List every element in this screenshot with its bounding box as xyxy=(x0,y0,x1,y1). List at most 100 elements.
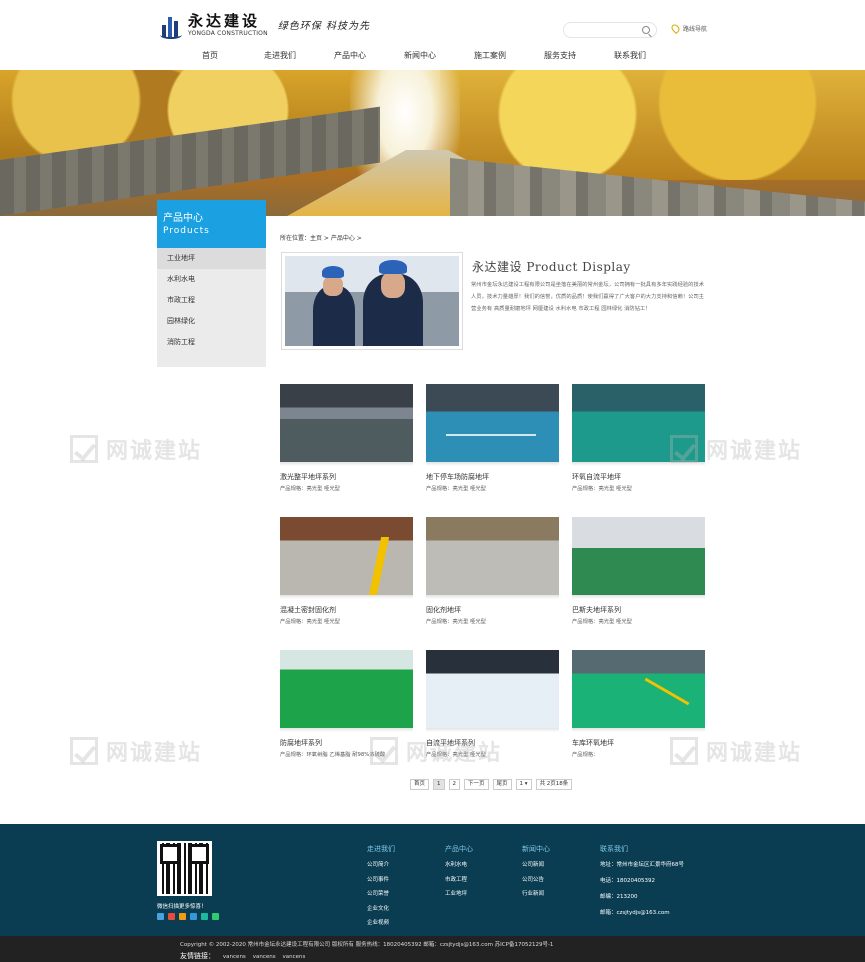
map-link-label: 路线导航 xyxy=(683,26,708,33)
footer-link[interactable]: 企业视频 xyxy=(367,918,395,926)
page-last-button[interactable]: 尾页 xyxy=(492,779,512,790)
product-image[interactable] xyxy=(572,517,705,595)
qr-code xyxy=(157,841,212,896)
product-spec: 产品规格：亮光型 哑光型 xyxy=(426,619,486,625)
product-name[interactable]: 防腐地坪系列 xyxy=(280,738,413,748)
sidebar-menu: 工业地坪 水利水电 市政工程 园林绿化 消防工程 xyxy=(157,248,266,367)
footer-link[interactable]: 行业新闻 xyxy=(522,889,550,897)
footer-address: 地址：常州市金坛区汇景华府68号 xyxy=(600,862,684,868)
nav-item-about[interactable]: 走进我们 xyxy=(245,50,315,61)
footer-link[interactable]: 公司事件 xyxy=(367,875,395,883)
page-number-2[interactable]: 2 xyxy=(448,779,461,790)
watermark: 网诚建站 xyxy=(70,735,202,767)
sidebar-item-water-conservancy[interactable]: 水利水电 xyxy=(157,269,266,290)
product-card[interactable]: 激光整平地坪系列 产品规格：亮光型 哑光型 xyxy=(280,384,413,492)
product-name[interactable]: 地下停车场防腐地坪 xyxy=(426,472,559,482)
social-icons xyxy=(157,913,223,920)
product-name[interactable]: 巴斯夫地坪系列 xyxy=(572,605,705,615)
friend-link[interactable]: vancens xyxy=(253,954,276,960)
footer-link[interactable]: 企业文化 xyxy=(367,904,395,912)
brand-english: YONGDA CONSTRUCTION xyxy=(188,30,268,37)
nav-item-products[interactable]: 产品中心 xyxy=(315,50,385,61)
product-image[interactable] xyxy=(280,517,413,595)
watermark: 网诚建站 xyxy=(70,433,202,465)
watermark-icon xyxy=(70,435,98,463)
share-icon[interactable] xyxy=(157,913,164,920)
breadcrumb[interactable]: 所在位置：主页 > 产品中心 > xyxy=(280,233,362,242)
product-card[interactable]: 车库环氧地坪 产品规格： xyxy=(572,650,705,758)
logo-icon xyxy=(160,13,182,39)
site-header: 永达建设 YONGDA CONSTRUCTION 绿色环保 科技为先 路线导航 … xyxy=(0,0,865,70)
qr-caption: 微信扫描更多惊喜！ xyxy=(157,904,207,910)
footer-column-heading[interactable]: 产品中心 xyxy=(445,844,473,854)
page-select[interactable]: 1 ▾ xyxy=(515,779,532,790)
weibo-icon[interactable] xyxy=(168,913,175,920)
nav-item-home[interactable]: 首页 xyxy=(175,50,245,61)
footer-column-contact: 联系我们 地址：常州市金坛区汇景华府68号 电话：18020405392 邮编：… xyxy=(600,844,684,924)
footer-column-products: 产品中心 水利水电 市政工程 工业地坪 xyxy=(445,844,473,904)
page-number-1[interactable]: 1 xyxy=(433,779,445,790)
footer-postcode: 邮编：213200 xyxy=(600,894,638,900)
product-card[interactable]: 巴斯夫地坪系列 产品规格：亮光型 哑光型 xyxy=(572,517,705,625)
footer-column-heading[interactable]: 新闻中心 xyxy=(522,844,550,854)
banner-image xyxy=(0,70,865,216)
product-name[interactable]: 自流平地坪系列 xyxy=(426,738,559,748)
product-spec: 产品规格：亮光型 哑光型 xyxy=(426,486,486,492)
friend-link[interactable]: vancens xyxy=(283,954,306,960)
product-image[interactable] xyxy=(426,650,559,728)
footer-link[interactable]: 公司公告 xyxy=(522,875,550,883)
page-next-button[interactable]: 下一页 xyxy=(464,779,489,790)
logo[interactable]: 永达建设 YONGDA CONSTRUCTION 绿色环保 科技为先 xyxy=(160,12,370,39)
renren-icon[interactable] xyxy=(201,913,208,920)
sidebar-item-fire-protection[interactable]: 消防工程 xyxy=(157,332,266,353)
wechat-icon[interactable] xyxy=(212,913,219,920)
product-image[interactable] xyxy=(426,517,559,595)
product-image[interactable] xyxy=(572,650,705,728)
footer-column-heading[interactable]: 走进我们 xyxy=(367,844,395,854)
product-image[interactable] xyxy=(280,650,413,728)
product-card[interactable]: 环氧自流平地坪 产品规格：亮光型 哑光型 xyxy=(572,384,705,492)
product-card[interactable]: 自流平地坪系列 产品规格：亮光型 哑光型 xyxy=(426,650,559,758)
footer-email[interactable]: 邮箱：czsjtydjs@163.com xyxy=(600,908,684,916)
sidebar-item-landscaping[interactable]: 园林绿化 xyxy=(157,311,266,332)
search-input[interactable] xyxy=(563,22,657,38)
footer-link[interactable]: 水利水电 xyxy=(445,860,473,868)
product-card[interactable]: 防腐地坪系列 产品规格：环氧树脂 乙烯基脂 耐98%浓硫酸 xyxy=(280,650,413,758)
product-name[interactable]: 混凝土密封固化剂 xyxy=(280,605,413,615)
product-name[interactable]: 激光整平地坪系列 xyxy=(280,472,413,482)
nav-item-contact[interactable]: 联系我们 xyxy=(595,50,665,61)
qzone-icon[interactable] xyxy=(179,913,186,920)
product-image[interactable] xyxy=(572,384,705,462)
product-card[interactable]: 固化剂地坪 产品规格：亮光型 哑光型 xyxy=(426,517,559,625)
main-nav: 首页 走进我们 产品中心 新闻中心 施工案例 服务支持 联系我们 xyxy=(175,50,665,61)
sidebar-item-industrial-floor[interactable]: 工业地坪 xyxy=(157,248,266,269)
product-spec: 产品规格：亮光型 哑光型 xyxy=(280,619,340,625)
intro-title: 永达建设 Product Display xyxy=(472,260,631,274)
product-name[interactable]: 固化剂地坪 xyxy=(426,605,559,615)
product-card[interactable]: 地下停车场防腐地坪 产品规格：亮光型 哑光型 xyxy=(426,384,559,492)
friend-link[interactable]: vancens xyxy=(223,954,246,960)
brand-name: 永达建设 xyxy=(188,12,261,30)
page-first-button[interactable]: 首页 xyxy=(410,779,430,790)
product-name[interactable]: 车库环氧地坪 xyxy=(572,738,705,748)
footer-link[interactable]: 公司荣誉 xyxy=(367,889,395,897)
nav-item-cases[interactable]: 施工案例 xyxy=(455,50,525,61)
nav-item-news[interactable]: 新闻中心 xyxy=(385,50,455,61)
product-image[interactable] xyxy=(280,384,413,462)
sidebar-subtitle: Products xyxy=(163,226,210,236)
product-name[interactable]: 环氧自流平地坪 xyxy=(572,472,705,482)
footer-column-heading[interactable]: 联系我们 xyxy=(600,844,684,854)
footer-link[interactable]: 工业地坪 xyxy=(445,889,473,897)
footer-link[interactable]: 公司新闻 xyxy=(522,860,550,868)
footer-phone: 电话：18020405392 xyxy=(600,878,655,884)
product-card[interactable]: 混凝土密封固化剂 产品规格：亮光型 哑光型 xyxy=(280,517,413,625)
sidebar-item-municipal[interactable]: 市政工程 xyxy=(157,290,266,311)
nav-item-support[interactable]: 服务支持 xyxy=(525,50,595,61)
tencent-weibo-icon[interactable] xyxy=(190,913,197,920)
map-link[interactable]: 路线导航 xyxy=(669,22,708,35)
page-summary: 共 2页18条 xyxy=(535,779,573,790)
footer-link[interactable]: 公司简介 xyxy=(367,860,395,868)
search-icon[interactable] xyxy=(642,26,650,34)
footer-link[interactable]: 市政工程 xyxy=(445,875,473,883)
product-image[interactable] xyxy=(426,384,559,462)
